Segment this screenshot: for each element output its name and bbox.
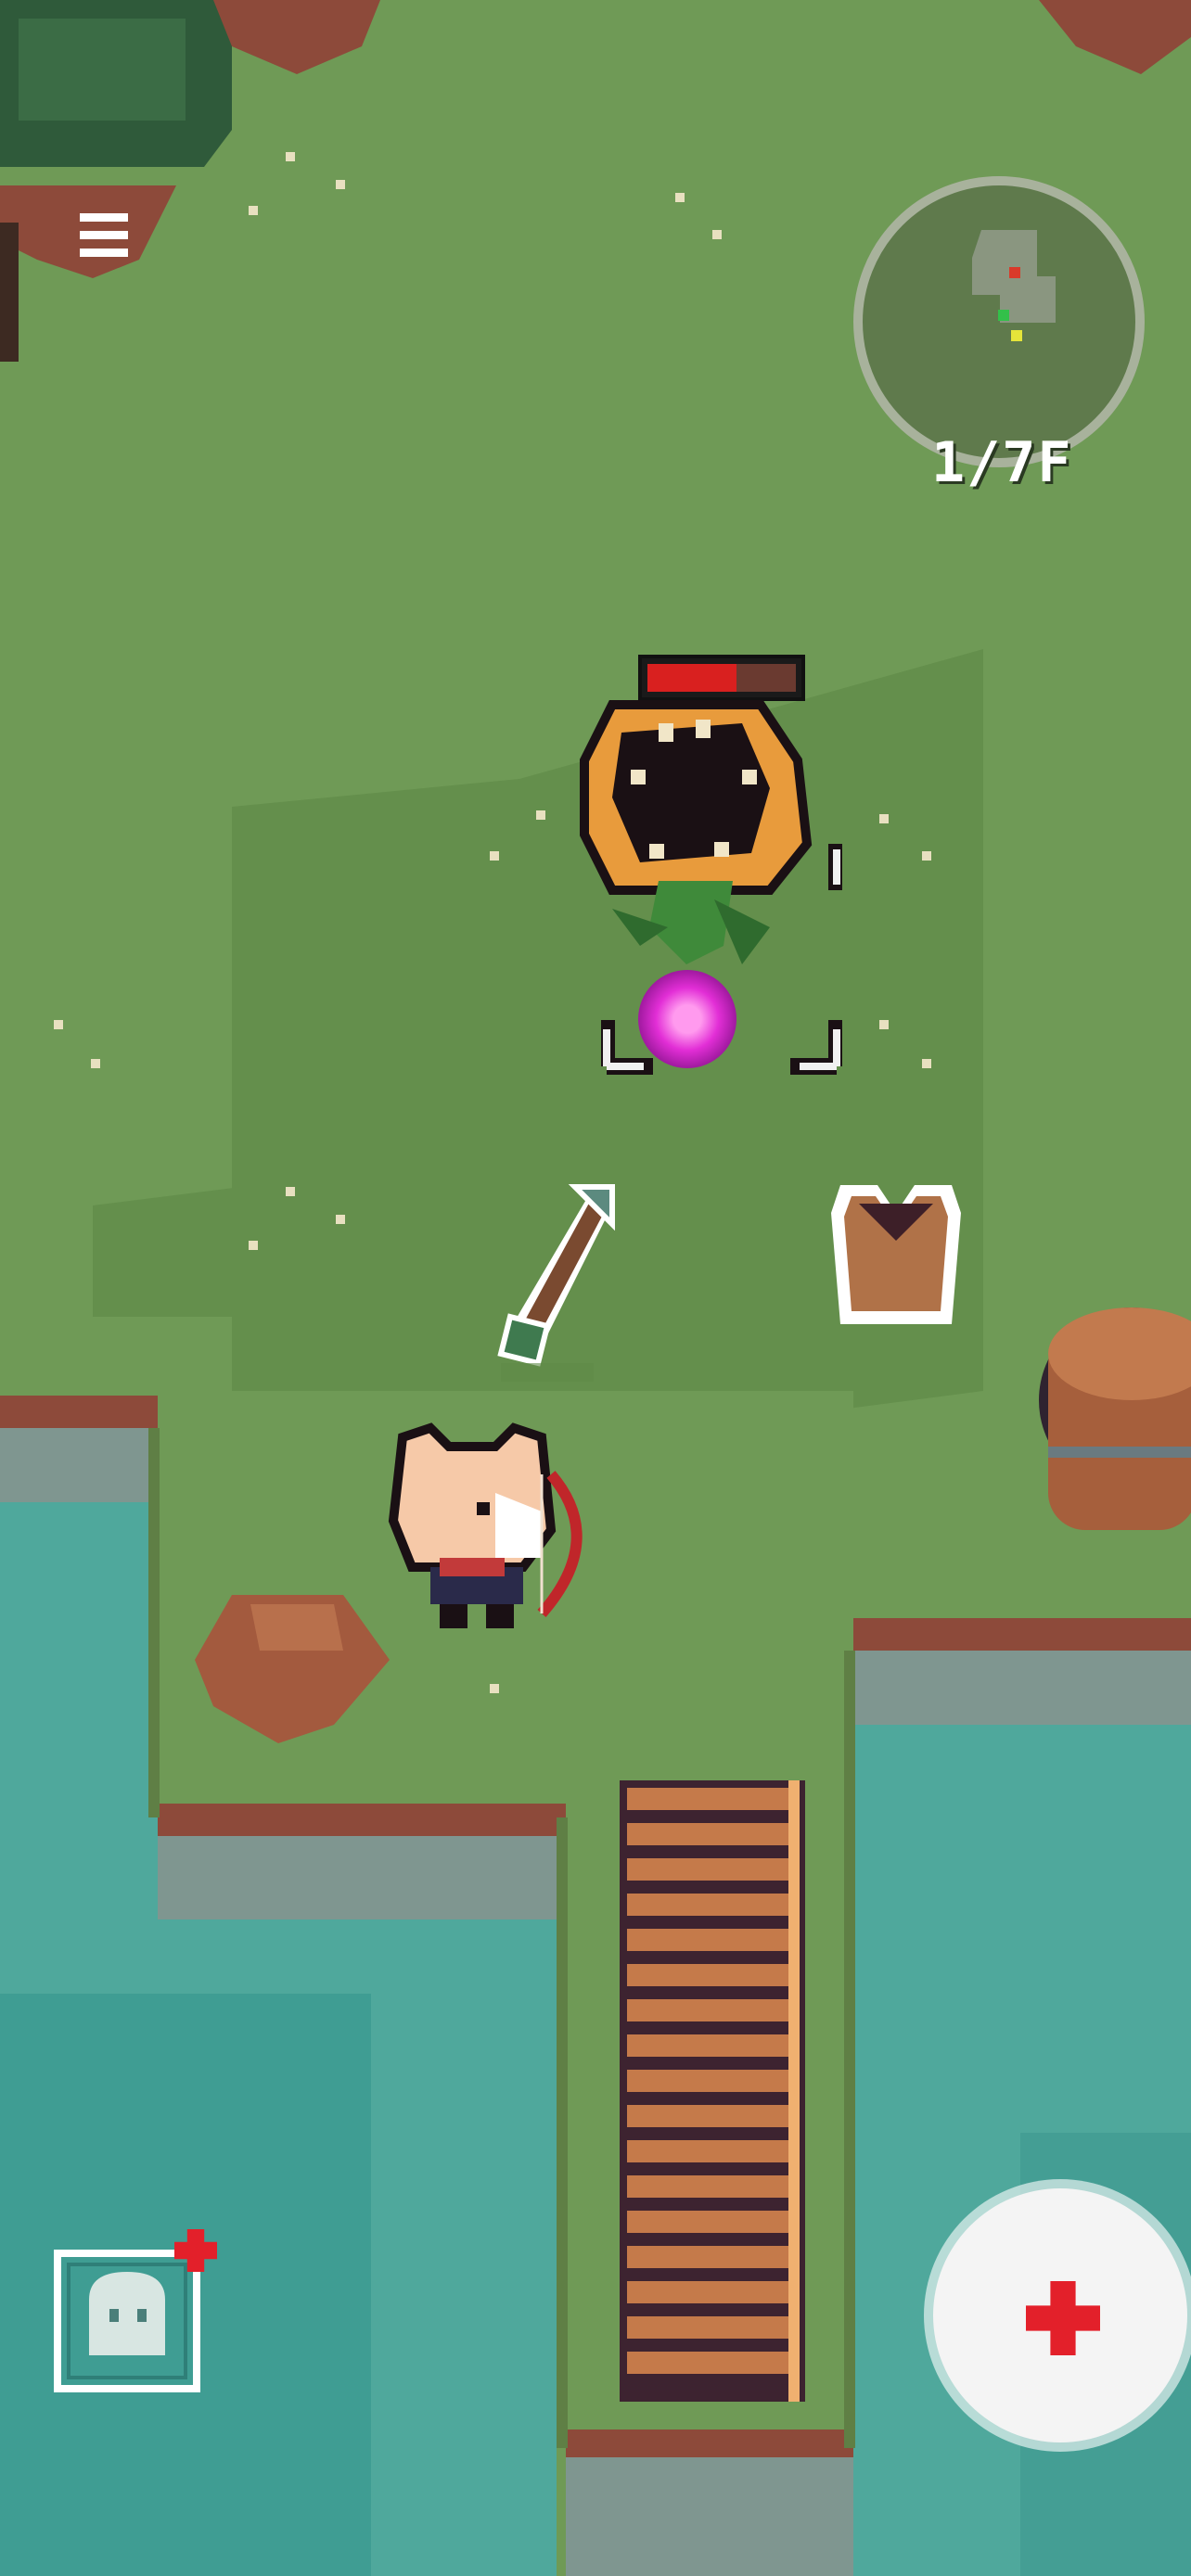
ghost-face-icon <box>54 2250 200 2392</box>
minimap-exit-marker <box>998 310 1009 321</box>
cat-archer-icon[interactable] <box>384 1419 588 1641</box>
game-viewport[interactable]: 1/7F <box>0 0 1191 2576</box>
menu-button[interactable] <box>74 206 134 265</box>
magic-orb-projectile <box>638 970 736 1068</box>
minimap-graphic <box>853 176 1145 467</box>
floor-label: 1/7F <box>931 430 1073 495</box>
red-cross-icon <box>1026 2281 1100 2355</box>
minimap-enemy-marker <box>1009 267 1020 278</box>
pet-button[interactable] <box>52 2229 217 2394</box>
minimap-player-marker <box>1011 330 1022 341</box>
barrel <box>1039 1307 1191 1530</box>
hamburger-menu-icon <box>80 213 128 257</box>
arrow-pickup-icon[interactable] <box>482 1178 621 1382</box>
wooden-bridge <box>620 1780 805 2402</box>
heal-button[interactable] <box>933 2188 1187 2442</box>
leather-vest-icon[interactable] <box>822 1176 970 1333</box>
minimap[interactable] <box>852 174 1146 469</box>
